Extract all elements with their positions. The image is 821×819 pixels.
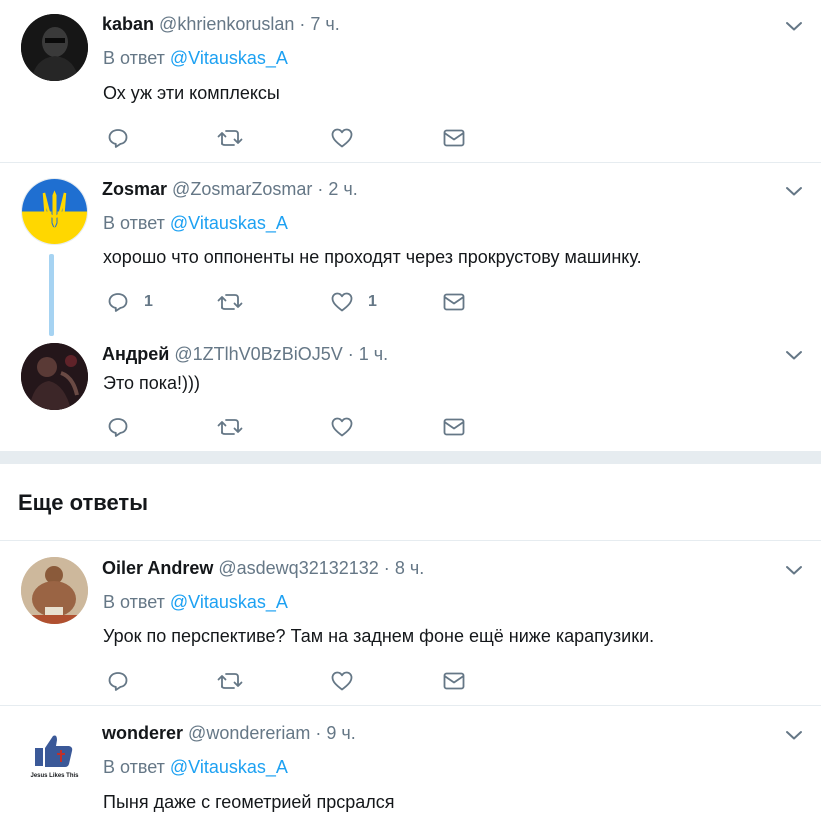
separator-dot: · (299, 14, 306, 34)
reply-button[interactable] (106, 413, 144, 441)
separator-dot: · (315, 723, 322, 743)
chevron-down-icon[interactable] (782, 179, 806, 203)
tweet-andrey[interactable]: Андрей @1ZTlhV0BzBiOJ5V · 1 ч. Это пока!… (0, 333, 821, 451)
mention-link[interactable]: @Vitauskas_A (170, 213, 288, 233)
reply-prefix: В ответ (103, 213, 165, 233)
chevron-down-icon[interactable] (782, 343, 806, 367)
reply-icon (108, 672, 128, 691)
retweet-icon (217, 419, 243, 435)
avatar[interactable] (21, 343, 88, 410)
direct-message-button[interactable] (442, 413, 466, 441)
display-name[interactable]: Zosmar (102, 179, 167, 199)
tweet-oiler-andrew[interactable]: Oiler Andrew @asdewq32132132 · 8 ч. В от… (0, 541, 821, 704)
separator-dot: · (317, 179, 324, 199)
user-handle[interactable]: @asdewq32132132 (218, 558, 378, 578)
timestamp[interactable]: 9 ч. (326, 723, 355, 743)
direct-message-button[interactable] (442, 667, 466, 695)
retweet-button[interactable] (217, 124, 257, 152)
tweet-actions: 1 1 (103, 288, 503, 316)
user-handle[interactable]: @wondereriam (188, 723, 310, 743)
reply-button[interactable]: 1 (106, 288, 153, 316)
tweet-actions (103, 124, 503, 152)
mention-link[interactable]: @Vitauskas_A (170, 757, 288, 777)
reply-context: В ответ @Vitauskas_A (103, 757, 288, 778)
reply-prefix: В ответ (103, 592, 165, 612)
avatar[interactable] (21, 14, 88, 81)
envelope-icon (443, 293, 465, 311)
avatar[interactable] (21, 557, 88, 624)
envelope-icon (443, 672, 465, 690)
retweet-button[interactable] (217, 667, 257, 695)
reply-icon (108, 293, 128, 312)
separator-dot: · (347, 344, 354, 364)
heart-icon (331, 128, 353, 148)
thread-connector (49, 254, 54, 336)
timestamp[interactable]: 1 ч. (359, 344, 388, 364)
heart-icon (331, 671, 353, 691)
like-button[interactable] (330, 413, 368, 441)
tweet-zosmar[interactable]: Zosmar @ZosmarZosmar · 2 ч. В ответ @Vit… (0, 163, 821, 333)
section-gap (0, 451, 821, 464)
display-name[interactable]: Андрей (102, 344, 169, 364)
tweet-actions (103, 413, 503, 441)
direct-message-button[interactable] (442, 288, 466, 316)
tweet-text: Это пока!))) (103, 373, 201, 393)
reply-prefix: В ответ (103, 48, 165, 68)
user-handle[interactable]: @ZosmarZosmar (172, 179, 312, 199)
display-name[interactable]: Oiler Andrew (102, 558, 213, 578)
reply-context: В ответ @Vitauskas_A (103, 592, 288, 613)
timestamp[interactable]: 8 ч. (395, 558, 424, 578)
display-name[interactable]: kaban (102, 14, 154, 34)
heart-icon (331, 417, 353, 437)
like-button[interactable] (330, 667, 368, 695)
like-count: 1 (368, 293, 377, 310)
separator-dot: · (383, 558, 390, 578)
reply-context: В ответ @Vitauskas_A (103, 213, 288, 234)
reply-icon (108, 418, 128, 437)
reply-context: В ответ @Vitauskas_A (103, 48, 288, 69)
avatar[interactable]: Jesus Likes This (21, 722, 88, 789)
mention-link[interactable]: @Vitauskas_A (170, 592, 288, 612)
timestamp[interactable]: 2 ч. (328, 179, 357, 199)
display-name[interactable]: wonderer (102, 723, 183, 743)
chevron-down-icon[interactable] (782, 723, 806, 747)
tweet-text: Пыня даже с геометрией прсрался (103, 792, 395, 812)
envelope-icon (443, 418, 465, 436)
tweet-text: Урок по перспективе? Там на заднем фоне … (103, 626, 655, 646)
avatar-caption: Jesus Likes This (30, 773, 79, 779)
user-handle[interactable]: @khrienkoruslan (159, 14, 294, 34)
tweet-text: хорошо что оппоненты не проходят через п… (103, 247, 642, 267)
avatar[interactable] (21, 178, 88, 245)
retweet-button[interactable] (217, 413, 257, 441)
retweet-icon (217, 130, 243, 146)
section-title-more-replies: Еще ответы (18, 490, 148, 515)
retweet-button[interactable] (217, 288, 257, 316)
chevron-down-icon[interactable] (782, 14, 806, 38)
like-button[interactable] (330, 124, 368, 152)
reply-count: 1 (144, 293, 153, 310)
reply-icon (108, 129, 128, 148)
retweet-icon (217, 294, 243, 310)
tweet-text: Ох уж эти комплексы (103, 83, 280, 103)
direct-message-button[interactable] (442, 124, 466, 152)
tweet-wonderer[interactable]: Jesus Likes This wonderer @wondereriam ·… (0, 706, 821, 819)
reply-prefix: В ответ (103, 757, 165, 777)
user-handle[interactable]: @1ZTlhV0BzBiOJ5V (174, 344, 342, 364)
heart-icon (331, 292, 353, 312)
envelope-icon (443, 129, 465, 147)
tweet-actions (103, 667, 503, 695)
like-button[interactable]: 1 (330, 288, 377, 316)
reply-button[interactable] (106, 124, 144, 152)
chevron-down-icon[interactable] (782, 558, 806, 582)
tweet-kaban[interactable]: kaban @khrienkoruslan · 7 ч. В ответ @Vi… (0, 0, 821, 162)
retweet-icon (217, 673, 243, 689)
mention-link[interactable]: @Vitauskas_A (170, 48, 288, 68)
reply-button[interactable] (106, 667, 144, 695)
timestamp[interactable]: 7 ч. (310, 14, 339, 34)
